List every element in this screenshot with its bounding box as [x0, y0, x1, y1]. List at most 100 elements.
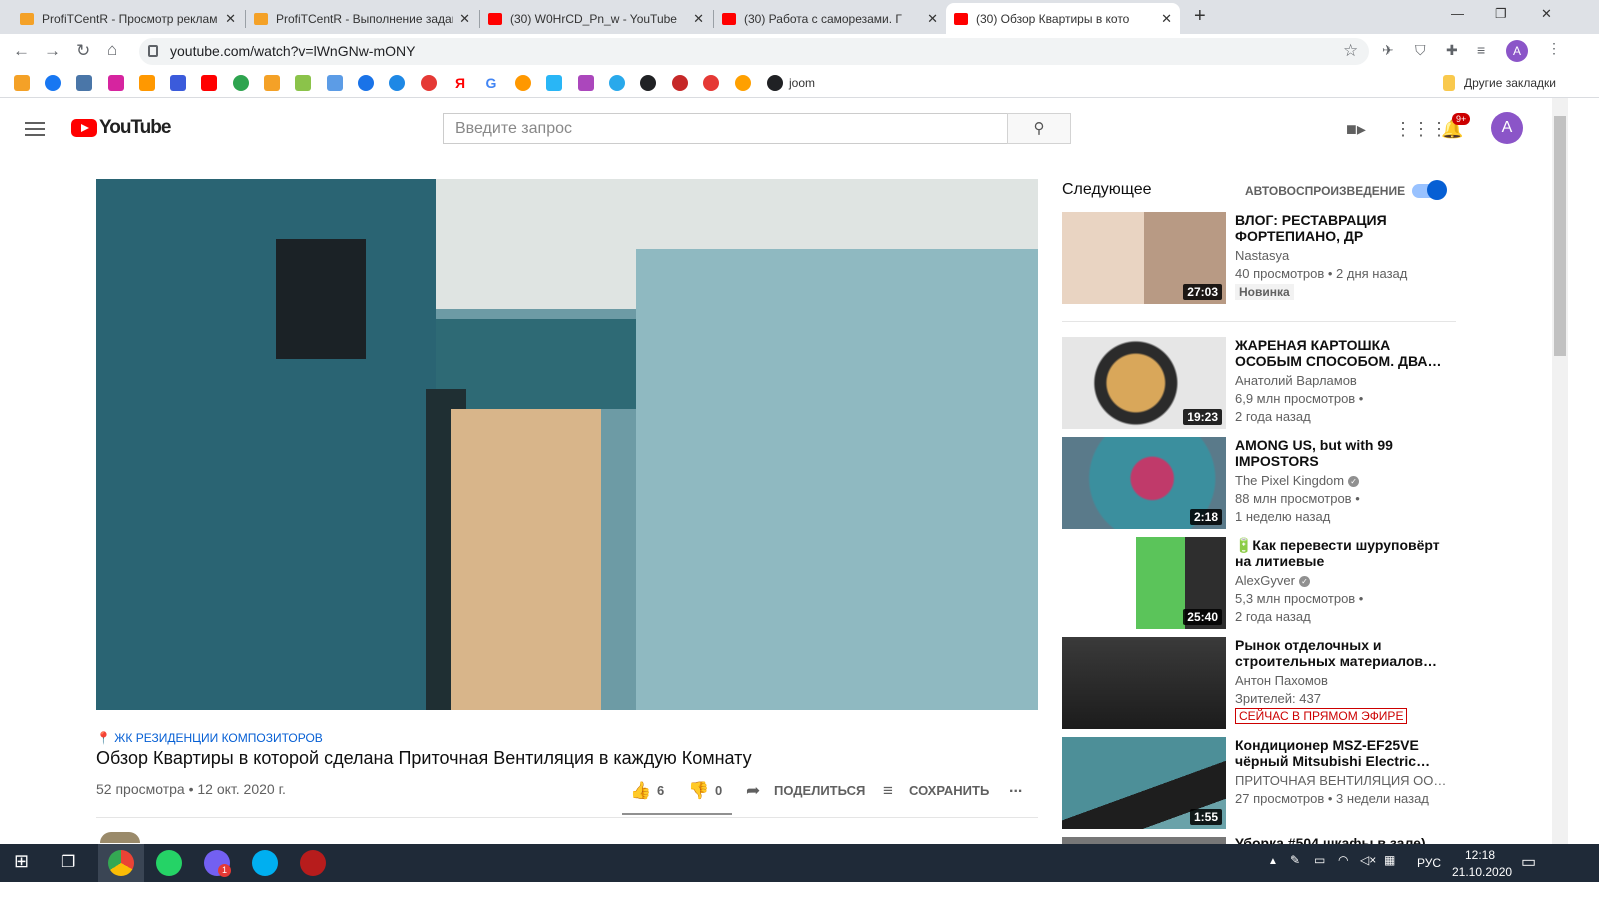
battery-icon[interactable]: ▭: [1314, 853, 1325, 867]
telegram-icon[interactable]: [609, 75, 625, 91]
wifi-icon[interactable]: ◠: [1338, 853, 1348, 867]
video-thumbnail[interactable]: 25:40: [1062, 537, 1226, 629]
recommended-title[interactable]: 🔋Как перевести шуруповёрт на литиевые ак…: [1235, 537, 1445, 569]
video-thumbnail[interactable]: [1062, 837, 1226, 844]
bookmark-icon[interactable]: [295, 75, 311, 91]
profile-avatar[interactable]: A: [1506, 40, 1528, 62]
bookmark-chart-icon[interactable]: [264, 75, 280, 91]
chrome-icon[interactable]: [108, 850, 134, 876]
volume-icon[interactable]: ◁×: [1360, 853, 1376, 867]
globe-icon[interactable]: [767, 75, 783, 91]
thumbs-up-icon[interactable]: 👍: [630, 781, 651, 801]
close-icon[interactable]: ✕: [225, 11, 236, 27]
dislike-count[interactable]: 0: [715, 783, 722, 798]
channel-name[interactable]: Антон Пахомов: [1235, 673, 1328, 688]
bookmark-star-icon[interactable]: ☆: [1343, 41, 1358, 61]
bookmark-icon[interactable]: [546, 75, 562, 91]
recommended-video[interactable]: 1:55 Кондиционер MSZ-EF25VE чёрный Mitsu…: [1062, 737, 1452, 829]
globe-icon[interactable]: [640, 75, 656, 91]
recommended-title[interactable]: Рынок отделочных и строительных материал…: [1235, 637, 1445, 669]
video-thumbnail[interactable]: 1:55: [1062, 737, 1226, 829]
lock-icon[interactable]: [148, 45, 158, 57]
bookmark-icon[interactable]: [421, 75, 437, 91]
extension-icon[interactable]: ✈: [1382, 42, 1394, 59]
bookmark-icon[interactable]: [672, 75, 688, 91]
clock-time[interactable]: 12:18: [1465, 848, 1495, 862]
google-icon[interactable]: G: [483, 75, 499, 91]
browser-tab-active[interactable]: (30) Обзор Квартиры в кото ✕: [946, 3, 1180, 34]
task-view-icon[interactable]: ❐: [61, 852, 75, 872]
yandex-icon[interactable]: Я: [452, 75, 468, 91]
globe-icon[interactable]: [389, 75, 405, 91]
recommended-title[interactable]: ВЛОГ: РЕСТАВРАЦИЯ ФОРТЕПИАНО, ДР СВЕКРОВ…: [1235, 212, 1445, 244]
notification-center-icon[interactable]: ▭: [1521, 852, 1536, 872]
folder-icon[interactable]: [1443, 75, 1455, 91]
recommended-title[interactable]: Кондиционер MSZ-EF25VE чёрный Mitsubishi…: [1235, 737, 1445, 769]
shield-icon[interactable]: ⛉: [1415, 42, 1426, 59]
reload-icon[interactable]: ↻: [76, 41, 90, 61]
mail-icon[interactable]: [139, 75, 155, 91]
video-thumbnail[interactable]: 2:18: [1062, 437, 1226, 529]
tray-pen-icon[interactable]: ✎: [1290, 853, 1300, 867]
video-thumbnail[interactable]: [1062, 637, 1226, 729]
video-thumbnail[interactable]: 19:23: [1062, 337, 1226, 429]
browser-tab[interactable]: (30) Работа с саморезами. Г ✕: [714, 3, 946, 34]
like-count[interactable]: 6: [657, 783, 664, 798]
new-tab-button[interactable]: +: [1194, 5, 1206, 28]
feather-icon[interactable]: [578, 75, 594, 91]
recommended-video[interactable]: 19:23 ЖАРЕНАЯ КАРТОШКА ОСОБЫМ СПОСОБОМ. …: [1062, 337, 1452, 429]
save-playlist-icon[interactable]: ≡: [883, 781, 893, 801]
minimize-icon[interactable]: —: [1451, 6, 1464, 21]
channel-name[interactable]: ПРИТОЧНАЯ ВЕНТИЛЯЦИЯ ОО…: [1235, 773, 1446, 788]
account-avatar[interactable]: A: [1491, 112, 1523, 144]
more-actions-button[interactable]: ...: [1009, 779, 1022, 797]
share-icon[interactable]: ➦: [746, 781, 760, 801]
forward-icon[interactable]: →: [44, 41, 61, 61]
search-button[interactable]: ⚲: [1007, 113, 1071, 144]
keyboard-icon[interactable]: ▦: [1384, 853, 1395, 867]
autoplay-toggle-knob[interactable]: [1427, 180, 1447, 200]
save-button[interactable]: СОХРАНИТЬ: [909, 783, 989, 798]
channel-name[interactable]: Анатолий Варламов: [1235, 373, 1357, 388]
bookmark-icon[interactable]: [703, 75, 719, 91]
video-player[interactable]: [96, 179, 1038, 710]
instagram-icon[interactable]: [108, 75, 124, 91]
facebook-icon[interactable]: [45, 75, 61, 91]
menu-dots-icon[interactable]: ⋮: [1547, 40, 1561, 57]
other-bookmarks[interactable]: Другие закладки: [1464, 76, 1556, 90]
bookmark-icon[interactable]: [233, 75, 249, 91]
close-icon[interactable]: ✕: [459, 11, 470, 27]
bookmark-icon[interactable]: [170, 75, 186, 91]
bookmark-w-icon[interactable]: [327, 75, 343, 91]
browser-tab[interactable]: (30) W0HrCD_Pn_w - YouTube ✕: [480, 3, 712, 34]
recommended-title-partial[interactable]: Уборка #504 шкафы в зале): [1235, 835, 1426, 844]
scrollbar-thumb[interactable]: [1554, 116, 1566, 356]
address-bar[interactable]: youtube.com/watch?v=lWnGNw-mONY: [139, 38, 1369, 65]
language-indicator[interactable]: РУС: [1417, 856, 1441, 870]
bookmark-icon[interactable]: [358, 75, 374, 91]
apps-grid-icon[interactable]: ⋮⋮⋮: [1394, 119, 1448, 140]
browser-tab[interactable]: ProfiTCentR - Выполнение задан ✕: [246, 3, 478, 34]
close-icon[interactable]: ✕: [927, 11, 938, 27]
recommended-title[interactable]: AMONG US, but with 99 IMPOSTORS: [1235, 437, 1445, 469]
video-location[interactable]: 📍 ЖК РЕЗИДЕНЦИИ КОМПОЗИТОРОВ: [96, 731, 323, 745]
youtube-logo-icon[interactable]: [71, 119, 97, 137]
vk-icon[interactable]: [76, 75, 92, 91]
bookmark-icon[interactable]: [735, 75, 751, 91]
bookmark-chart-icon[interactable]: [14, 75, 30, 91]
close-icon[interactable]: ✕: [693, 11, 704, 27]
youtube-logo-text[interactable]: YouTube: [99, 117, 171, 139]
recommended-title[interactable]: ЖАРЕНАЯ КАРТОШКА ОСОБЫМ СПОСОБОМ. ДВА…: [1235, 337, 1445, 369]
channel-name[interactable]: Nastasya: [1235, 248, 1289, 263]
clock-date[interactable]: 21.10.2020: [1452, 865, 1512, 879]
restore-icon[interactable]: ❐: [1495, 6, 1507, 22]
thumbs-down-icon[interactable]: 👎: [688, 781, 709, 801]
media-icon[interactable]: ≡: [1477, 42, 1485, 58]
create-video-icon[interactable]: ■▸: [1346, 119, 1366, 140]
menu-icon[interactable]: [25, 122, 45, 136]
tray-expand-icon[interactable]: ▲: [1268, 856, 1278, 867]
search-input[interactable]: Введите запрос: [443, 113, 1008, 144]
close-icon[interactable]: ✕: [1161, 11, 1172, 27]
recommended-video[interactable]: 27:03 ВЛОГ: РЕСТАВРАЦИЯ ФОРТЕПИАНО, ДР С…: [1062, 212, 1452, 304]
share-button[interactable]: ПОДЕЛИТЬСЯ: [774, 783, 865, 798]
